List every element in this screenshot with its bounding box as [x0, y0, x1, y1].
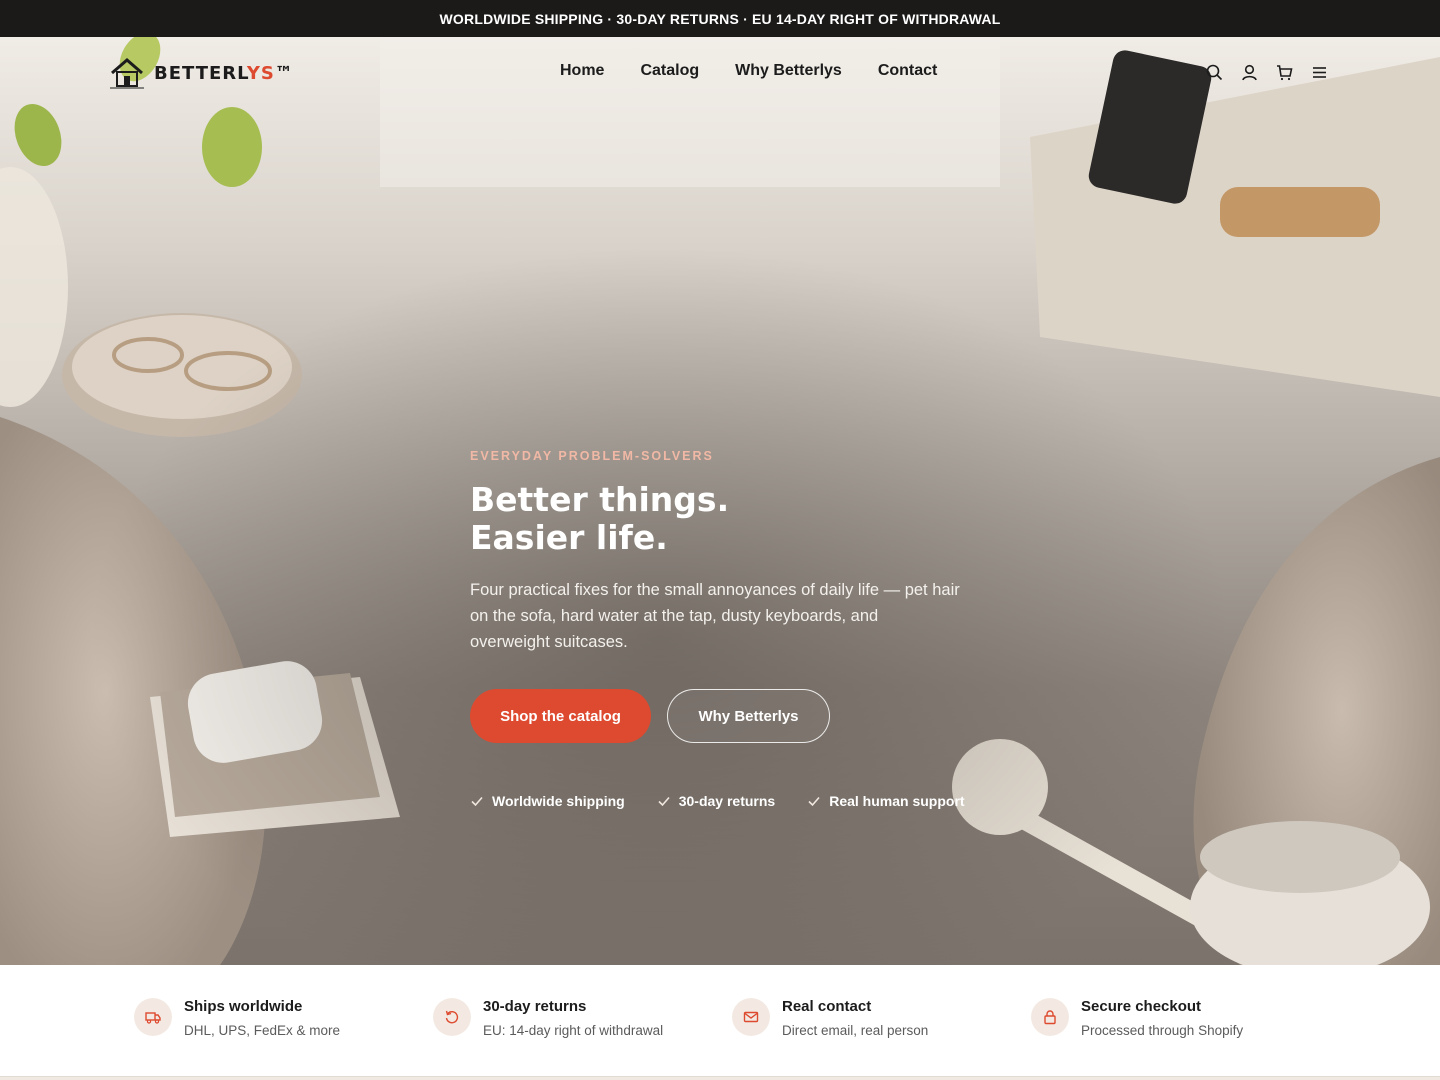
check-item: 30-day returns [657, 793, 775, 809]
brand-name-tm: ™ [274, 62, 294, 84]
hero-content: EVERYDAY PROBLEM-SOLVERS Better things. … [470, 449, 970, 809]
check-icon [808, 796, 820, 807]
why-betterlys-button[interactable]: Why Betterlys [667, 689, 830, 743]
nav-contact[interactable]: Contact [878, 62, 938, 80]
nav-why-betterlys[interactable]: Why Betterlys [735, 62, 842, 80]
feature-desc: EU: 14-day right of withdrawal [483, 1023, 664, 1038]
nav-catalog[interactable]: Catalog [640, 62, 699, 80]
feature-desc: Processed through Shopify [1081, 1023, 1244, 1038]
feature-title: 30-day returns [483, 998, 587, 1015]
announcement-text: WORLDWIDE SHIPPING · 30-DAY RETURNS · EU… [439, 10, 1001, 27]
feature-title: Real contact [782, 998, 872, 1015]
check-label: 30-day returns [678, 793, 776, 809]
check-item: Real human support [807, 793, 965, 809]
check-icon [471, 796, 483, 807]
cart-icon[interactable] [1276, 64, 1293, 81]
brand-name-main: BETTERL [154, 62, 247, 84]
feature-item: 30-day returns EU: 14-day right of withd… [433, 998, 663, 1038]
hero-title: Better things. Easier life. [470, 481, 970, 557]
check-label: Worldwide shipping [492, 793, 625, 809]
brand-name-accent: YS [246, 62, 275, 84]
announcement-bar: WORLDWIDE SHIPPING · 30-DAY RETURNS · EU… [0, 0, 1440, 37]
feature-desc: DHL, UPS, FedEx & more [184, 1023, 341, 1038]
hero-eyebrow: EVERYDAY PROBLEM-SOLVERS [470, 449, 714, 463]
site-header: BETTERLYS™ Home Catalog Why Betterlys Co… [0, 37, 1440, 109]
feature-item: Ships worldwide DHL, UPS, FedEx & more [134, 998, 340, 1038]
main-nav: Home Catalog Why Betterlys Contact [560, 62, 937, 80]
hero-subtitle: Four practical fixes for the small annoy… [470, 581, 960, 651]
search-icon[interactable] [1206, 64, 1223, 81]
returns-icon [433, 998, 471, 1036]
shop-catalog-button[interactable]: Shop the catalog [470, 689, 651, 743]
truck-icon [134, 998, 172, 1036]
hero-title-line-2: Easier life. [470, 518, 668, 557]
check-item: Worldwide shipping [470, 793, 625, 809]
account-icon[interactable] [1241, 64, 1258, 81]
mail-icon [732, 998, 770, 1036]
feature-desc: Direct email, real person [782, 1023, 929, 1038]
features-bar: Ships worldwide DHL, UPS, FedEx & more 3… [0, 965, 1440, 1076]
brand-logo[interactable]: BETTERLYS™ [108, 55, 294, 91]
feature-item: Real contact Direct email, real person [732, 998, 928, 1038]
feature-title: Ships worldwide [184, 998, 303, 1015]
header-actions [1206, 64, 1328, 81]
house-icon [110, 58, 144, 89]
feature-title: Secure checkout [1081, 998, 1202, 1015]
feature-item: Secure checkout Processed through Shopif… [1031, 998, 1243, 1038]
lock-icon [1031, 998, 1069, 1036]
page-bottom-edge [0, 1076, 1440, 1080]
check-icon [658, 796, 670, 807]
nav-home[interactable]: Home [560, 62, 604, 80]
hero-ctas: Shop the catalog Why Betterlys [470, 689, 970, 743]
menu-icon[interactable] [1311, 64, 1328, 81]
brand-name: BETTERLYS™ [154, 63, 294, 84]
hero-checklist: Worldwide shipping 30-day returns Real h… [470, 793, 970, 809]
check-label: Real human support [829, 793, 965, 809]
hero-title-line-1: Better things. [470, 480, 730, 519]
